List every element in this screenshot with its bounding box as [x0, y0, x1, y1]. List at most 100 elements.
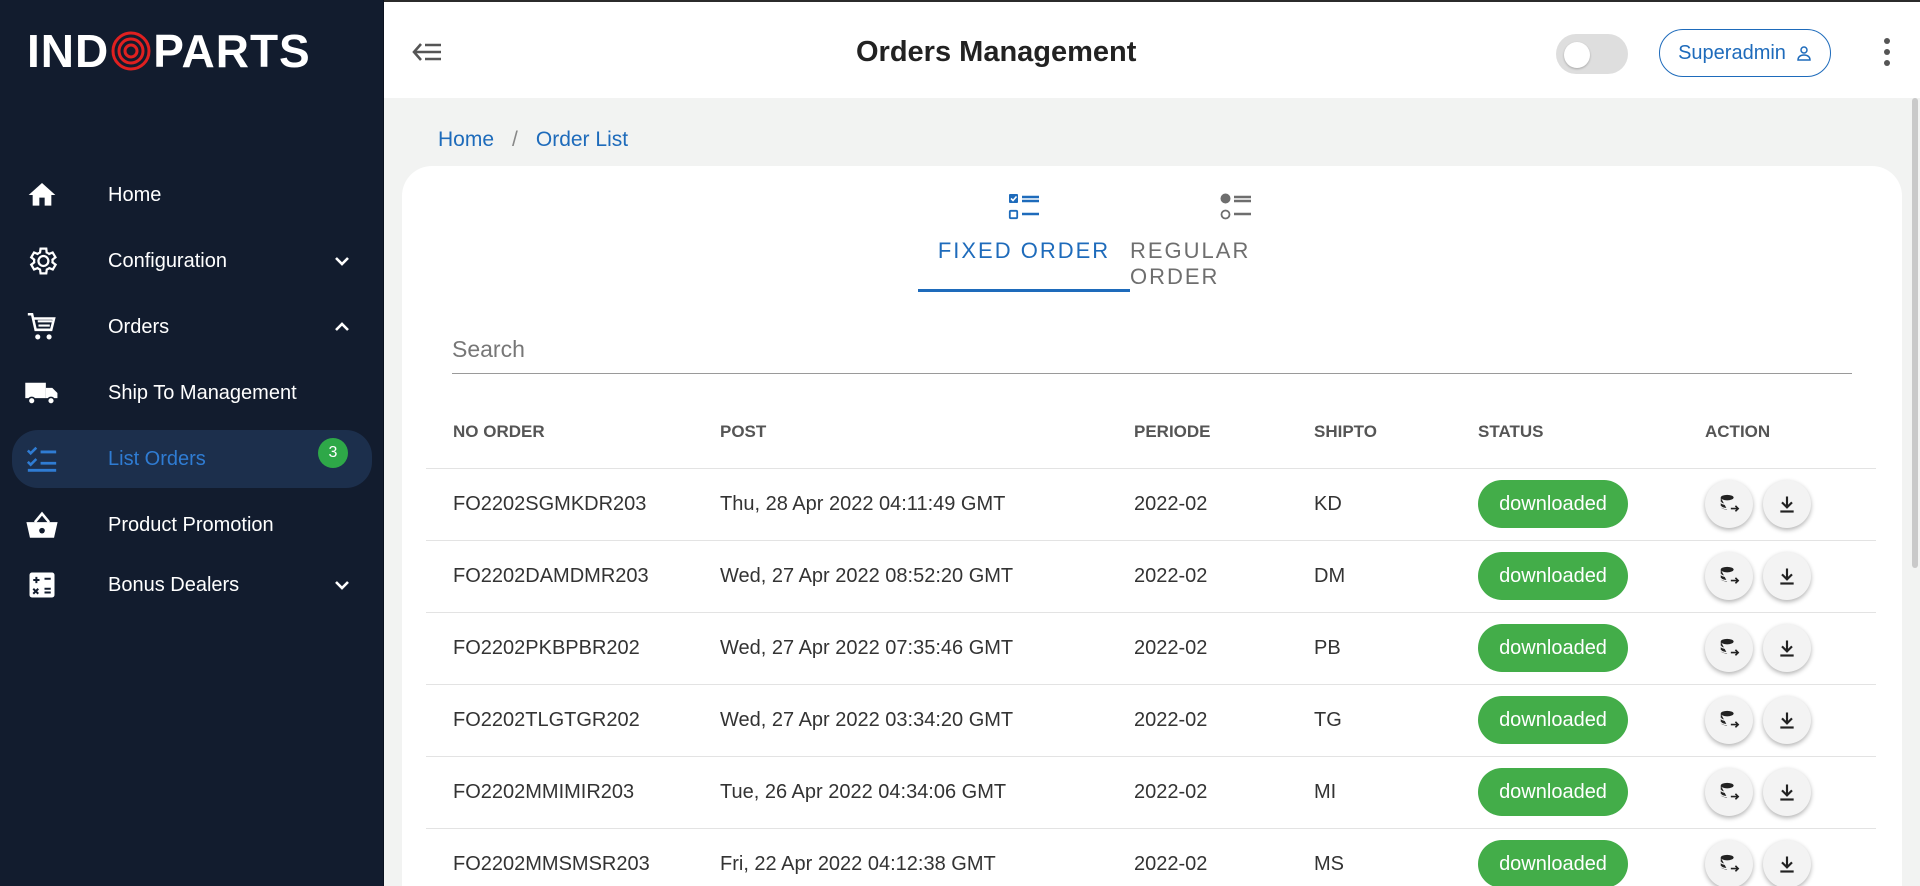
cell-periode: 2022-02 [1134, 612, 1314, 685]
cell-no-order: FO2202DAMDMR203 [426, 540, 720, 613]
cell-action [1705, 468, 1876, 541]
table-row: FO2202MMIMIR203 Tue, 26 Apr 2022 04:34:0… [426, 756, 1876, 829]
basket-icon [24, 507, 60, 543]
sidebar-item-list-orders[interactable]: List Orders 3 [12, 430, 372, 488]
sidebar-item-orders[interactable]: Orders [0, 294, 384, 360]
tab-label: REGULAR ORDER [1130, 238, 1251, 289]
column-header-post[interactable]: POST [720, 396, 1134, 469]
download-button[interactable] [1762, 768, 1811, 816]
cell-shipto: PB [1314, 612, 1478, 685]
radio-list-icon [1220, 193, 1251, 220]
collapse-sidebar-button[interactable] [408, 32, 448, 72]
table-header-row: NO ORDER POST PERIODE SHIPTO STATUS ACTI… [426, 396, 1876, 469]
process-button[interactable] [1705, 480, 1753, 528]
download-button[interactable] [1762, 480, 1811, 528]
cell-post: Thu, 28 Apr 2022 04:11:49 GMT [720, 468, 1134, 541]
tab-fixed-order[interactable]: FIXED ORDER [918, 184, 1130, 292]
search-field [452, 326, 1852, 374]
user-menu-button[interactable]: Superadmin [1659, 29, 1831, 77]
more-options-button[interactable] [1872, 32, 1902, 72]
sidebar-item-label: Product Promotion [108, 513, 274, 536]
sidebar-item-label: Home [108, 183, 162, 206]
cell-shipto: TG [1314, 684, 1478, 757]
status-badge: downloaded [1478, 840, 1628, 886]
database-sync-icon [1720, 710, 1740, 728]
sidebar-nav: Home Configuration Orders Ship To Manage… [0, 162, 384, 612]
orders-table: NO ORDER POST PERIODE SHIPTO STATUS ACTI… [426, 396, 1876, 886]
menu-collapse-icon [412, 43, 441, 61]
cell-post: Wed, 27 Apr 2022 03:34:20 GMT [720, 684, 1134, 757]
order-type-tabs: FIXED ORDER REGULAR ORDER [918, 184, 1342, 294]
cell-no-order: FO2202MMIMIR203 [426, 756, 720, 829]
vertical-dots-icon [1884, 38, 1890, 66]
status-badge: downloaded [1478, 624, 1628, 672]
cell-action [1705, 684, 1876, 757]
cell-no-order: FO2202PKBPBR202 [426, 612, 720, 685]
breadcrumb-current[interactable]: Order List [536, 128, 628, 152]
sidebar-item-ship-to-management[interactable]: Ship To Management [0, 360, 384, 426]
chevron-down-icon [335, 257, 349, 266]
truck-icon [24, 375, 60, 411]
tab-regular-order[interactable]: REGULAR ORDER [1130, 184, 1342, 292]
sidebar-item-configuration[interactable]: Configuration [0, 228, 384, 294]
status-badge: downloaded [1478, 480, 1628, 528]
logo-right: PARTS [153, 25, 311, 77]
theme-toggle[interactable] [1556, 34, 1628, 74]
top-bar: Orders Management Superadmin [384, 0, 1920, 98]
download-icon [1779, 496, 1794, 513]
sidebar-item-home[interactable]: Home [0, 162, 384, 228]
sidebar-item-product-promotion[interactable]: Product Promotion [0, 492, 384, 558]
breadcrumb-separator: / [512, 128, 518, 151]
user-label: Superadmin [1678, 41, 1786, 64]
column-header-periode[interactable]: PERIODE [1134, 396, 1314, 469]
download-button[interactable] [1762, 696, 1811, 744]
column-header-action: ACTION [1705, 396, 1876, 469]
download-icon [1779, 712, 1794, 729]
calculator-icon [24, 567, 60, 603]
person-icon [1797, 46, 1811, 61]
column-header-no-order[interactable]: NO ORDER [426, 396, 720, 469]
table-row: FO2202MMSMSR203 Fri, 22 Apr 2022 04:12:3… [426, 828, 1876, 886]
tab-label: FIXED ORDER [937, 238, 1111, 263]
download-icon [1779, 856, 1794, 873]
breadcrumb-home[interactable]: Home [438, 128, 494, 152]
cell-shipto: MS [1314, 828, 1478, 886]
cell-no-order: FO2202MMSMSR203 [426, 828, 720, 886]
process-button[interactable] [1705, 768, 1753, 816]
orders-card: FIXED ORDER REGULAR ORDER NO ORDER POST … [402, 166, 1902, 886]
page-title: Orders Management [856, 36, 1137, 68]
sidebar-item-label: List Orders [108, 447, 206, 470]
notification-badge: 3 [318, 438, 348, 468]
download-button[interactable] [1762, 552, 1811, 600]
logo-target-icon [111, 31, 151, 71]
download-button[interactable] [1762, 624, 1811, 672]
process-button[interactable] [1705, 624, 1753, 672]
sidebar-item-bonus-dealers[interactable]: Bonus Dealers [0, 558, 384, 612]
process-button[interactable] [1705, 840, 1753, 886]
process-button[interactable] [1705, 552, 1753, 600]
page-scrollbar[interactable] [1910, 98, 1920, 886]
gear-icon [24, 243, 60, 279]
download-icon [1779, 568, 1794, 585]
process-button[interactable] [1705, 696, 1753, 744]
cell-post: Wed, 27 Apr 2022 08:52:20 GMT [720, 540, 1134, 613]
column-header-shipto[interactable]: SHIPTO [1314, 396, 1478, 469]
search-input[interactable] [452, 326, 1852, 373]
cell-periode: 2022-02 [1134, 684, 1314, 757]
download-button[interactable] [1762, 840, 1811, 886]
checklist-icon [1008, 194, 1039, 220]
cell-periode: 2022-02 [1134, 468, 1314, 541]
chevron-down-icon [335, 581, 349, 590]
cell-no-order: FO2202TLGTGR202 [426, 684, 720, 757]
table-row: FO2202PKBPBR202 Wed, 27 Apr 2022 07:35:4… [426, 612, 1876, 685]
chevron-up-icon [335, 322, 349, 331]
scrollbar-thumb[interactable] [1912, 98, 1918, 568]
sidebar-item-label: Configuration [108, 249, 227, 272]
toggle-knob [1564, 42, 1590, 68]
cell-shipto: DM [1314, 540, 1478, 613]
table-row: FO2202DAMDMR203 Wed, 27 Apr 2022 08:52:2… [426, 540, 1876, 613]
table-row: FO2202TLGTGR202 Wed, 27 Apr 2022 03:34:2… [426, 684, 1876, 757]
database-sync-icon [1720, 782, 1740, 800]
column-header-status[interactable]: STATUS [1478, 396, 1705, 469]
cell-action [1705, 612, 1876, 685]
